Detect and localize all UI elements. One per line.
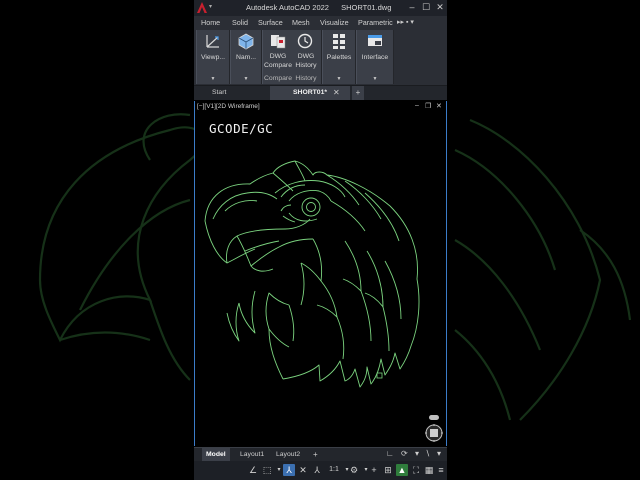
minimize-icon[interactable]: –: [406, 1, 418, 14]
ribbon-group-viewport[interactable]: Viewp... ▼: [196, 30, 230, 84]
autocad-logo-icon[interactable]: [196, 1, 208, 14]
dwg-compare-icon[interactable]: [269, 33, 287, 50]
palettes-icon: [333, 34, 345, 49]
app-menu-caret-icon[interactable]: ▾: [209, 3, 212, 10]
right-shade: [447, 0, 640, 480]
dwg-history-icon[interactable]: [296, 33, 314, 50]
grid-icon[interactable]: ▾: [415, 449, 419, 458]
plus-icon[interactable]: +: [368, 464, 380, 476]
tab-surface[interactable]: Surface: [258, 18, 283, 27]
annotation-visibility-icon[interactable]: ✕: [297, 464, 309, 476]
interface-icon: [368, 35, 382, 46]
tab-short01-label: SHORT01*: [293, 89, 327, 96]
app-name: Autodesk AutoCAD 2022: [246, 3, 329, 12]
steering-wheel-icon: [429, 415, 439, 420]
isometric-icon[interactable]: ▦: [423, 464, 435, 476]
left-shade: [0, 0, 194, 480]
ribbon-group-compare-history: DWG Compare DWG History Compare History: [262, 30, 322, 84]
polar-icon[interactable]: ∖: [425, 449, 430, 458]
ribbon-panel: Viewp... ▼ Nam... ▼ DWG Compare DWG Hist…: [194, 29, 447, 86]
new-tab-button[interactable]: +: [352, 86, 364, 100]
eagle-drawing[interactable]: [195, 101, 446, 446]
pan-icon: [430, 429, 438, 437]
autocad-window: ▾ Autodesk AutoCAD 2022 SHORT01.dwg – ☐ …: [194, 0, 447, 480]
tab-parametric[interactable]: Parametric: [358, 18, 393, 27]
window-title: Autodesk AutoCAD 2022 SHORT01.dwg: [246, 3, 401, 12]
selection-cycling-icon[interactable]: ⬚: [261, 464, 273, 476]
ribbon-group-palettes[interactable]: Palettes ▼: [322, 30, 356, 84]
isolate-icon[interactable]: ⊞: [382, 464, 394, 476]
dynamic-ucs-icon[interactable]: ⅄: [283, 464, 295, 476]
title-bar: ▾ Autodesk AutoCAD 2022 SHORT01.dwg – ☐ …: [194, 0, 447, 16]
tab-solid[interactable]: Solid: [232, 18, 248, 27]
angle-icon[interactable]: ∠: [247, 464, 259, 476]
ortho-icon[interactable]: ⟳: [401, 449, 408, 458]
tab-start[interactable]: Start: [212, 86, 226, 100]
tab-visualize[interactable]: Visualize: [320, 18, 349, 27]
tab-model[interactable]: Model: [202, 448, 230, 461]
grip-marker[interactable]: [376, 372, 383, 379]
layout-tabs: Model Layout1 Layout2 + ∟ ⟳ ▾ ∖ ▾: [194, 447, 447, 461]
viewport-config-icon: [206, 35, 219, 48]
close-window-icon[interactable]: ✕: [434, 1, 446, 14]
tab-layout1[interactable]: Layout1: [240, 448, 264, 461]
menu-icon[interactable]: ≡: [435, 464, 447, 476]
cube-icon: [238, 33, 254, 50]
close-tab-icon[interactable]: ✕: [333, 86, 340, 100]
osnap-icon[interactable]: ▾: [437, 449, 441, 458]
chevron-down-icon[interactable]: ▼: [357, 76, 393, 82]
tab-layout2[interactable]: Layout2: [276, 448, 300, 461]
viewport-label: Viewp...: [200, 54, 226, 61]
ribbon-tabs: Home Solid Surface Mesh Visualize Parame…: [194, 16, 447, 29]
maximize-icon[interactable]: ☐: [420, 1, 432, 14]
workspace-gear-icon[interactable]: ⚙: [348, 464, 360, 476]
tab-mesh[interactable]: Mesh: [292, 18, 310, 27]
navigation-bar[interactable]: [423, 414, 445, 442]
chevron-down-icon[interactable]: ▼: [323, 76, 355, 82]
more-tabs-icon[interactable]: ▸▸ ▪ ▾: [397, 18, 414, 26]
auto-scale-icon[interactable]: ⅄: [311, 464, 323, 476]
hardware-acceleration-icon[interactable]: ▲: [396, 464, 408, 476]
palettes-label: Palettes: [326, 54, 352, 61]
chevron-down-icon[interactable]: ▼: [197, 76, 229, 82]
file-name: SHORT01.dwg: [341, 3, 392, 12]
status-bar: ∠ ⬚ ▾ ⅄ ✕ ⅄ 1:1 ▾ ⚙ ▾ + ⊞ ▲ ⛶ ▦ ≡: [194, 461, 447, 480]
interface-label: Interface: [361, 54, 389, 61]
tab-home[interactable]: Home: [201, 18, 220, 27]
clean-screen-icon[interactable]: ⛶: [410, 464, 422, 476]
document-tabs: Start SHORT01* ✕ +: [194, 86, 447, 100]
drawing-viewport[interactable]: [−][V1][2D Wireframe] – ❐ ✕ GCODE/GC: [194, 101, 447, 446]
add-layout-button[interactable]: +: [313, 448, 318, 461]
ribbon-group-interface[interactable]: Interface ▼: [356, 30, 394, 84]
snap-icon[interactable]: ∟: [386, 449, 394, 458]
